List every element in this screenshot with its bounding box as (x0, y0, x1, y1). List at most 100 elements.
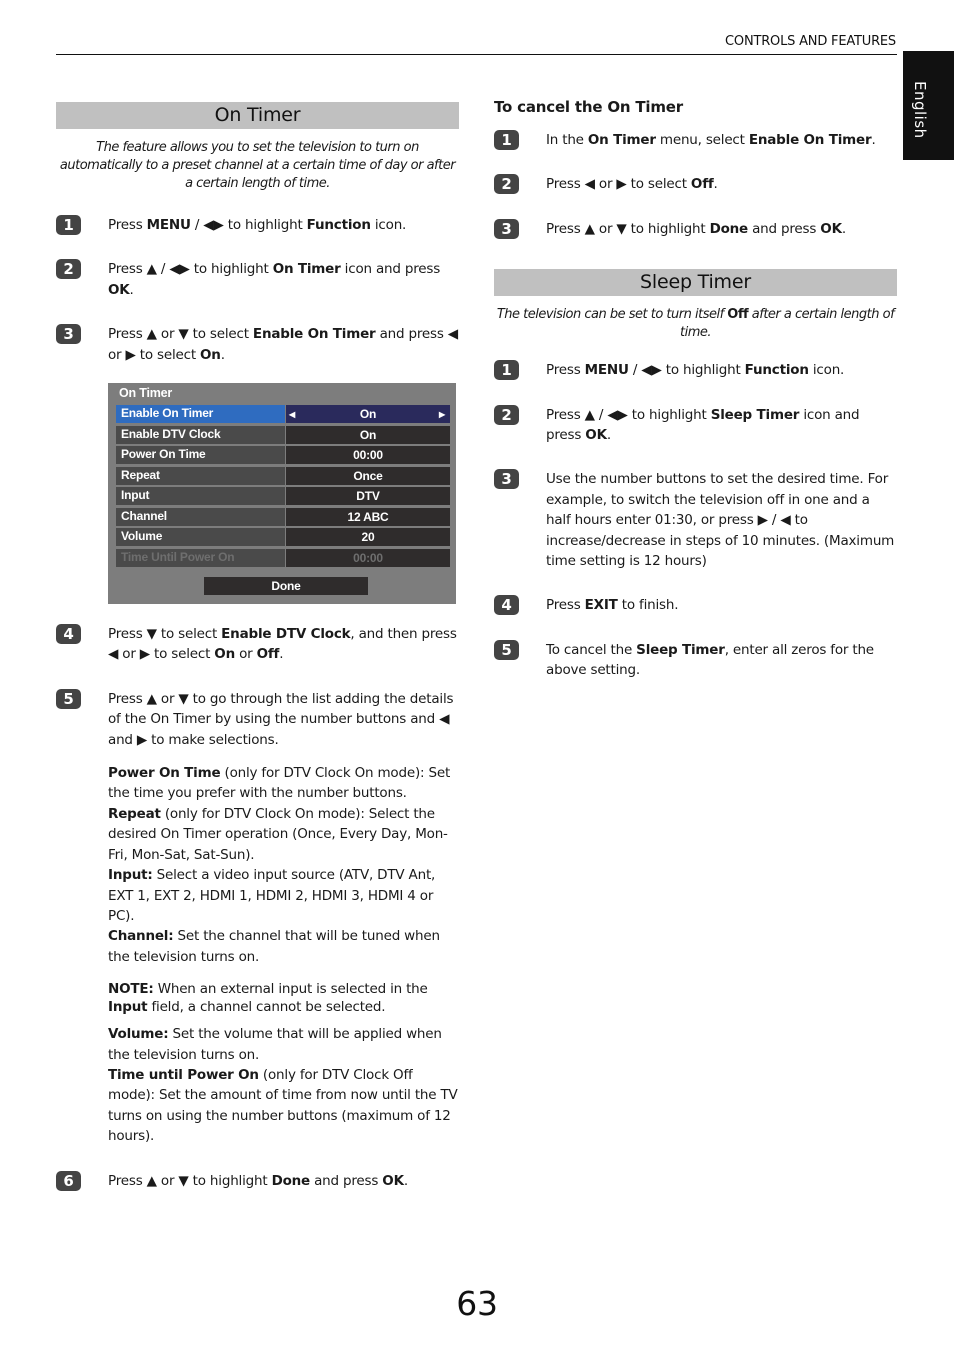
step-text: Press (546, 597, 585, 614)
note-text-a: When an external input is selected in th… (153, 981, 428, 998)
osd-row[interactable]: Enable DTV Clock On (116, 425, 450, 444)
step-text: . (871, 132, 876, 148)
language-tab: English (903, 51, 954, 160)
step-emphasis: OK (382, 1172, 404, 1189)
cancel-step-1: 1 In the On Timer menu, select Enable On … (494, 130, 897, 150)
osd-row-label: Enable On Timer (116, 405, 285, 424)
step-text: . (129, 281, 134, 298)
sleep-timer-title: Sleep Timer (494, 269, 897, 297)
step-number-badge: 1 (494, 360, 519, 381)
step-number-badge: 3 (56, 324, 81, 345)
detail-item: Power On Time (only for DTV Clock On mod… (108, 763, 459, 804)
step-emphasis: Enable On Timer (748, 132, 872, 148)
step-number-badge: 2 (494, 174, 519, 195)
note-term: Input (108, 999, 148, 1016)
on-timer-section: On Timer The feature allows you to set t… (56, 102, 459, 1191)
detail-item: Channel: Set the channel that will be tu… (108, 926, 459, 967)
left-arrow-icon[interactable]: ◀ (289, 405, 295, 424)
osd-row-label: Time Until Power On (116, 548, 285, 567)
step-text: Press ▲ or ▼ to go through the list addi… (108, 690, 454, 748)
cancel-step-2: 2 Press ◀ or ▶ to select Off. (494, 174, 897, 195)
step-emphasis: MENU (146, 217, 191, 233)
osd-row-label: Enable DTV Clock (116, 425, 285, 444)
detail-term: Power On Time (108, 765, 221, 782)
step-text: To cancel the (546, 641, 637, 658)
osd-row-label: Repeat (116, 466, 285, 485)
note-text-b: field, a channel cannot be selected. (147, 999, 386, 1016)
step-emphasis: Off (690, 176, 714, 193)
step-text: . (606, 427, 611, 444)
step-number-badge: 6 (56, 1170, 81, 1191)
step-emphasis: OK (585, 427, 607, 444)
language-tab-label: English (911, 81, 929, 139)
step-text: Press ▲ or ▼ to select (108, 326, 253, 343)
step-emphasis: Sleep Timer (710, 406, 800, 423)
step-text: Press ▲ / ◀▶ to highlight (108, 261, 273, 278)
step-emphasis: On Timer (272, 261, 341, 278)
osd-row-value: 00:00 (286, 548, 450, 567)
osd-row[interactable]: Volume 20 (116, 528, 450, 547)
step-text: Press ▲ / ◀▶ to highlight (546, 406, 711, 423)
osd-row[interactable]: Power On Time 00:00 (116, 446, 450, 465)
step-emphasis: On (200, 346, 221, 363)
on-timer-note: NOTE: When an external input is selected… (56, 980, 459, 1016)
detail-term: Repeat (108, 805, 161, 822)
cancel-step-3: 3 Press ▲ or ▼ to highlight Done and pres… (494, 218, 897, 239)
osd-row-value: On ◀ ▶ (286, 405, 450, 424)
step-text: and press (310, 1172, 383, 1189)
osd-row-label: Power On Time (116, 446, 285, 465)
step-text: to finish. (617, 597, 679, 614)
step-number-badge: 5 (494, 639, 519, 660)
osd-row: Time Until Power On 00:00 (116, 548, 450, 567)
step-text: Press ▲ or ▼ to highlight (108, 1172, 272, 1189)
step-text: / ◀▶ to highlight (190, 217, 307, 233)
step-text: . (841, 220, 846, 237)
osd-row-label: Channel (116, 507, 285, 526)
note-label: NOTE: (108, 981, 154, 998)
right-column: To cancel the On Timer 1 In the On Timer … (494, 98, 897, 681)
osd-row[interactable]: Input DTV (116, 487, 450, 506)
page-number: 63 (456, 1284, 498, 1323)
step-text: Press ▼ to select (108, 626, 222, 643)
step-emphasis: Enable On Timer (252, 326, 376, 343)
detail-item: Volume: Set the volume that will be appl… (108, 1024, 459, 1065)
osd-row[interactable]: Repeat Once (116, 466, 450, 485)
detail-term: Input: (108, 867, 153, 884)
on-timer-details-2: Volume: Set the volume that will be appl… (56, 1024, 459, 1146)
header-rule (56, 54, 897, 55)
detail-item: Repeat (only for DTV Clock On mode): Sel… (108, 804, 459, 865)
osd-row-label: Volume (116, 528, 285, 547)
detail-term: Time until Power On (108, 1066, 259, 1083)
osd-done-button[interactable]: Done (204, 577, 368, 596)
on-timer-step-2: 2 Press ▲ / ◀▶ to highlight On Timer icon… (56, 259, 459, 300)
detail-item: Input: Select a video input source (ATV,… (108, 865, 459, 926)
sleep-timer-intro: The television can be set to turn itself… (494, 306, 897, 342)
step-text: icon and press (340, 261, 441, 278)
on-timer-step-5: 5 Press ▲ or ▼ to go through the list add… (56, 688, 459, 750)
sleep-step-1: 1 Press MENU / ◀▶ to highlight Function i… (494, 360, 897, 381)
step-number-badge: 3 (494, 218, 519, 239)
step-text: Press (546, 362, 585, 379)
osd-row-value: Once (286, 466, 450, 485)
step-emphasis: EXIT (584, 597, 618, 614)
on-timer-details: Power On Time (only for DTV Clock On mod… (56, 763, 459, 967)
step-text: Press ▲ or ▼ to highlight (546, 220, 710, 237)
step-text: . (279, 646, 284, 663)
osd-row-value: DTV (286, 487, 450, 506)
step-emphasis: MENU (584, 362, 629, 379)
detail-text: Select a video input source (ATV, DTV An… (108, 867, 436, 924)
step-text: . (403, 1172, 408, 1189)
osd-row[interactable]: Channel 12 ABC (116, 507, 450, 526)
step-text: or (234, 646, 257, 663)
step-emphasis: Done (271, 1172, 311, 1189)
step-emphasis: Sleep Timer (636, 641, 725, 658)
step-text: icon. (370, 217, 407, 233)
step-number-badge: 4 (494, 595, 519, 616)
sleep-intro-bold: Off (727, 307, 749, 323)
osd-row[interactable]: Enable On Timer On ◀ ▶ (116, 405, 450, 424)
on-timer-step-1: 1 Press MENU / ◀▶ to highlight Function i… (56, 215, 459, 235)
right-arrow-icon[interactable]: ▶ (439, 405, 445, 424)
step-text: . (713, 176, 718, 193)
step-text: In the (546, 132, 588, 148)
step-number-badge: 3 (494, 469, 519, 490)
